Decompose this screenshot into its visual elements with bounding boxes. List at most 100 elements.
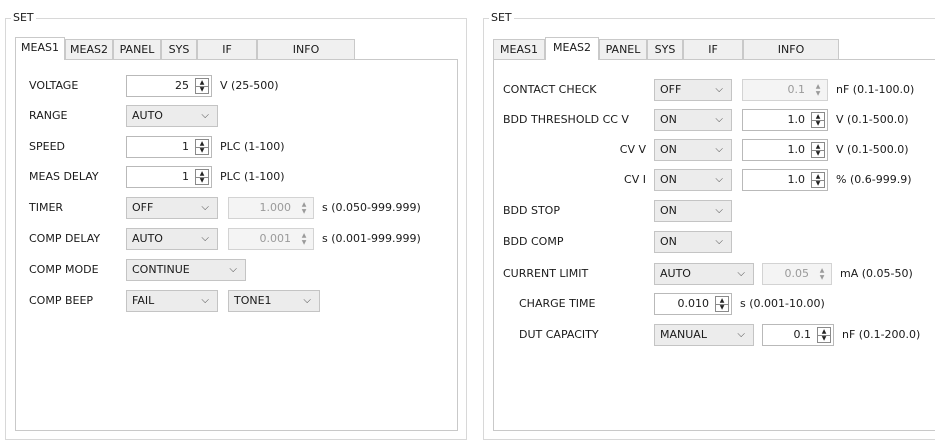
- bdd-cv-i-label: CV I: [624, 173, 646, 186]
- comp-beep-label: COMP BEEP: [29, 294, 94, 307]
- bdd-stop-select[interactable]: ON ⌵: [654, 200, 732, 222]
- spin-updown-icon[interactable]: ▲ ▼: [715, 296, 729, 312]
- tab-panel[interactable]: PANEL: [599, 39, 647, 59]
- tab-label: MEAS1: [500, 43, 538, 56]
- timer-spinbox: 1.000 ▲ ▼: [228, 197, 314, 219]
- timer-label: TIMER: [29, 201, 64, 214]
- bdd-cc-v-spinbox[interactable]: 1.0 ▲ ▼: [742, 109, 828, 131]
- range-value: AUTO: [132, 109, 163, 122]
- timer-select-value: OFF: [132, 201, 154, 214]
- tab-sys[interactable]: SYS: [647, 39, 683, 59]
- bdd-cc-v-select[interactable]: ON ⌵: [654, 109, 732, 131]
- set-group-right: SET MEAS1 MEAS2 PANEL SYS IF INFO CONTAC…: [483, 11, 935, 440]
- tab-label: MEAS2: [70, 43, 108, 56]
- speed-spinbox[interactable]: 1 ▲ ▼: [126, 136, 212, 158]
- bdd-cv-i-range: % (0.6-999.9): [836, 173, 912, 186]
- current-limit-select[interactable]: AUTO ⌵: [654, 263, 754, 285]
- spin-updown-icon[interactable]: ▲ ▼: [195, 78, 209, 94]
- spin-updown-icon[interactable]: ▲ ▼: [195, 139, 209, 155]
- spin-updown-icon: ▲ ▼: [815, 83, 821, 97]
- tab-if[interactable]: IF: [197, 39, 257, 59]
- set-group-left: SET MEAS1 MEAS2 PANEL SYS IF INFO VOLTAG…: [5, 11, 467, 440]
- comp-mode-select[interactable]: CONTINUE ⌵: [126, 259, 246, 281]
- bdd-comp-value: ON: [660, 235, 677, 248]
- contact-check-select-value: OFF: [660, 83, 682, 96]
- bdd-cv-v-select-value: ON: [660, 143, 677, 156]
- timer-range: s (0.050-999.999): [322, 201, 421, 214]
- speed-range: PLC (1-100): [220, 140, 285, 153]
- current-limit-select-value: AUTO: [660, 267, 691, 280]
- chevron-down-icon: ⌵: [737, 329, 745, 340]
- tab-bar: MEAS1 MEAS2 PANEL SYS IF INFO: [493, 37, 839, 60]
- tab-label: PANEL: [119, 43, 155, 56]
- tab-meas2[interactable]: MEAS2: [545, 37, 599, 60]
- spin-updown-icon: ▲ ▼: [301, 201, 307, 215]
- bdd-cv-v-label: CV V: [619, 143, 646, 156]
- tab-info[interactable]: INFO: [743, 39, 839, 59]
- tab-if[interactable]: IF: [683, 39, 743, 59]
- voltage-range: V (25-500): [220, 79, 279, 92]
- spin-updown-icon: ▲ ▼: [301, 232, 307, 246]
- contact-check-label: CONTACT CHECK: [503, 83, 597, 96]
- meas-delay-range: PLC (1-100): [220, 170, 285, 183]
- tab-panel-content: CONTACT CHECK OFF ⌵ 0.1 ▲ ▼ nF (0.1-100.0…: [493, 59, 935, 431]
- charge-time-range: s (0.001-10.00): [740, 297, 825, 310]
- chevron-down-icon: ⌵: [737, 268, 745, 279]
- comp-beep-tone-select[interactable]: TONE1 ⌵: [228, 290, 320, 312]
- tab-bar: MEAS1 MEAS2 PANEL SYS IF INFO: [15, 37, 355, 60]
- bdd-stop-label: BDD STOP: [503, 204, 560, 217]
- chevron-down-icon: ⌵: [715, 205, 723, 216]
- spin-updown-icon[interactable]: ▲ ▼: [811, 112, 825, 128]
- bdd-cv-v-range: V (0.1-500.0): [836, 143, 909, 156]
- spin-updown-icon[interactable]: ▲ ▼: [195, 169, 209, 185]
- current-limit-range: mA (0.05-50): [840, 267, 913, 280]
- dut-capacity-spinbox[interactable]: 0.1 ▲ ▼: [762, 324, 834, 346]
- bdd-cv-i-spinbox[interactable]: 1.0 ▲ ▼: [742, 169, 828, 191]
- bdd-threshold-cc-v-label: BDD THRESHOLD CC V: [503, 113, 629, 126]
- timer-select[interactable]: OFF ⌵: [126, 197, 218, 219]
- spin-updown-icon[interactable]: ▲ ▼: [817, 327, 831, 343]
- bdd-cv-i-value: 1.0: [787, 173, 806, 186]
- tab-label: IF: [708, 43, 718, 56]
- range-select[interactable]: AUTO ⌵: [126, 105, 218, 127]
- comp-beep-select[interactable]: FAIL ⌵: [126, 290, 218, 312]
- meas-delay-spinbox[interactable]: 1 ▲ ▼: [126, 166, 212, 188]
- contact-check-range: nF (0.1-100.0): [836, 83, 915, 96]
- bdd-cv-v-select[interactable]: ON ⌵: [654, 139, 732, 161]
- chevron-down-icon: ⌵: [715, 114, 723, 125]
- spin-updown-icon[interactable]: ▲ ▼: [811, 172, 825, 188]
- comp-delay-label: COMP DELAY: [29, 232, 101, 245]
- chevron-down-icon: ⌵: [201, 233, 209, 244]
- tab-panel[interactable]: PANEL: [113, 39, 161, 59]
- group-title: SET: [489, 11, 514, 25]
- tab-label: PANEL: [605, 43, 641, 56]
- bdd-comp-select[interactable]: ON ⌵: [654, 231, 732, 253]
- comp-beep-tone-value: TONE1: [234, 294, 272, 307]
- comp-delay-select[interactable]: AUTO ⌵: [126, 228, 218, 250]
- chevron-down-icon: ⌵: [229, 264, 237, 275]
- dut-capacity-label: DUT CAPACITY: [519, 328, 599, 341]
- charge-time-label: CHARGE TIME: [519, 297, 596, 310]
- tab-meas2[interactable]: MEAS2: [65, 39, 113, 59]
- voltage-spinbox[interactable]: 25 ▲ ▼: [126, 75, 212, 97]
- charge-time-value: 0.010: [677, 297, 710, 310]
- bdd-cc-v-range: V (0.1-500.0): [836, 113, 909, 126]
- contact-check-spinbox: 0.1 ▲ ▼: [742, 79, 828, 101]
- tab-info[interactable]: INFO: [257, 39, 355, 59]
- timer-value: 1.000: [259, 201, 292, 214]
- tab-meas1[interactable]: MEAS1: [493, 39, 545, 59]
- bdd-cv-v-spinbox[interactable]: 1.0 ▲ ▼: [742, 139, 828, 161]
- tab-label: IF: [222, 43, 232, 56]
- tab-panel-content: VOLTAGE 25 ▲ ▼ V (25-500) RANGE AUTO ⌵ SP…: [15, 59, 458, 431]
- tab-sys[interactable]: SYS: [161, 39, 197, 59]
- bdd-cv-i-select-value: ON: [660, 173, 677, 186]
- charge-time-spinbox[interactable]: 0.010 ▲ ▼: [654, 293, 732, 315]
- tab-meas1[interactable]: MEAS1: [15, 37, 65, 60]
- bdd-cc-v-select-value: ON: [660, 113, 677, 126]
- contact-check-select[interactable]: OFF ⌵: [654, 79, 732, 101]
- spin-updown-icon[interactable]: ▲ ▼: [811, 142, 825, 158]
- bdd-cv-i-select[interactable]: ON ⌵: [654, 169, 732, 191]
- voltage-label: VOLTAGE: [29, 79, 79, 92]
- tab-label: INFO: [777, 43, 805, 56]
- dut-capacity-select[interactable]: MANUAL ⌵: [654, 324, 754, 346]
